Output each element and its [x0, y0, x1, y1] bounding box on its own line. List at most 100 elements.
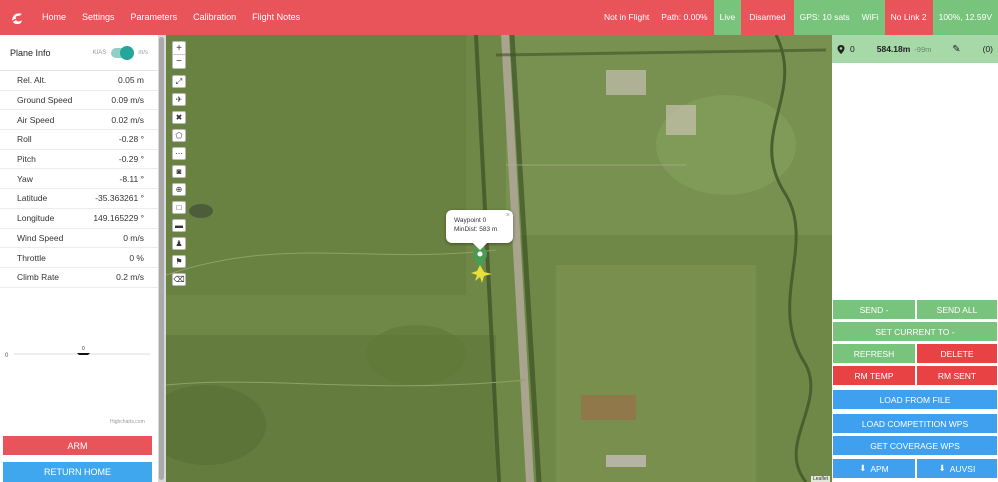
unit-toggle-row: KIAS m/s	[92, 45, 148, 60]
plane-info-title: Plane Info	[10, 47, 51, 58]
info-value: 0 %	[129, 252, 144, 263]
apm-download-button[interactable]: ⬇ APM	[833, 459, 915, 478]
info-row: Air Speed 0.02 m/s	[0, 110, 158, 131]
eraser-icon[interactable]: ⌫	[172, 273, 186, 286]
plane-info-panel: Plane Info KIAS m/s Rel. Alt. 0.05 m Groun…	[0, 35, 158, 482]
dots-icon[interactable]: ⋯	[172, 147, 186, 160]
minus-box-icon[interactable]: ▬	[172, 219, 186, 232]
rm-temp-button[interactable]: RM TEMP	[833, 366, 915, 385]
unit-ms-label: m/s	[138, 49, 148, 56]
load-competition-button[interactable]: LOAD COMPETITION WPS	[833, 414, 997, 433]
info-value: 149.165229 °	[93, 213, 144, 224]
info-row: Pitch -0.29 °	[0, 150, 158, 170]
flight-status: Not in Flight	[603, 12, 650, 22]
load-from-file-button[interactable]: LOAD FROM FILE	[833, 390, 997, 409]
flag-icon[interactable]: ⚑	[172, 255, 186, 268]
people-icon[interactable]: ♟	[172, 237, 186, 250]
info-value: 0.02 m/s	[111, 114, 144, 125]
info-row: Climb Rate 0.2 m/s	[0, 268, 158, 288]
apm-label: APM	[870, 463, 889, 474]
path-progress: Path: 0.00%	[661, 12, 708, 22]
waypoint-popup: Waypoint 0 MinDist: 583 m ×	[446, 210, 513, 251]
edit-pencil-icon[interactable]: ✎	[952, 44, 960, 55]
delete-button[interactable]: DELETE	[917, 344, 997, 363]
satellite-imagery	[166, 35, 832, 482]
info-row: Roll -0.28 °	[0, 130, 158, 150]
plane-marker-icon	[77, 353, 90, 355]
left-scrollbar[interactable]	[158, 35, 166, 482]
waypoint-row[interactable]: 0 584.18m -99m ✎ (0)	[832, 35, 998, 63]
polygon-icon[interactable]: ⬠	[172, 129, 186, 142]
info-label: Air Speed	[17, 114, 55, 125]
live-status: Live	[713, 0, 742, 35]
attitude-chart: 0 0 Highcharts.com	[5, 346, 150, 425]
battery-status: 100%, 12.59V	[932, 0, 998, 35]
download-icon: ⬇	[859, 463, 867, 473]
plane-icon[interactable]: ✈	[172, 93, 186, 106]
crosshair-icon[interactable]: ⊕	[172, 183, 186, 196]
info-row: Throttle 0 %	[0, 248, 158, 268]
unit-toggle[interactable]	[111, 45, 135, 60]
info-value: 0.2 m/s	[116, 272, 144, 283]
nav-settings[interactable]: Settings	[74, 0, 123, 35]
logo-icon[interactable]	[0, 0, 34, 35]
gps-status: GPS: 10 sats	[793, 0, 856, 35]
info-value: 0.05 m	[118, 75, 144, 86]
info-label: Latitude	[17, 193, 48, 204]
rm-sent-button[interactable]: RM SENT	[917, 366, 997, 385]
info-label: Climb Rate	[17, 272, 60, 283]
arm-button[interactable]: ARM	[3, 436, 152, 455]
auvsi-download-button[interactable]: ⬇ AUVSI	[917, 459, 997, 478]
chart-axis-label: 0	[5, 353, 9, 359]
measure-icon[interactable]: ⤢	[172, 75, 186, 88]
nav-flight-notes[interactable]: Flight Notes	[244, 0, 308, 35]
camera-icon[interactable]: ◙	[172, 165, 186, 178]
zoom-out-button[interactable]: −	[173, 55, 185, 68]
scrollbar-thumb[interactable]	[159, 37, 164, 480]
wifi-status: WiFi	[855, 0, 885, 35]
plane-info-header: Plane Info KIAS m/s	[0, 35, 158, 71]
chart-credit[interactable]: Highcharts.com	[110, 419, 145, 425]
info-value: -0.29 °	[118, 154, 144, 165]
refresh-button[interactable]: REFRESH	[833, 344, 915, 363]
popup-title: Waypoint 0	[454, 217, 487, 224]
info-value: -8.11 °	[119, 173, 144, 184]
info-label: Rel. Alt.	[17, 75, 47, 86]
waypoint-index: 0	[850, 44, 855, 54]
chart-point-label: 0	[82, 346, 85, 352]
zoom-in-button[interactable]: +	[173, 42, 185, 55]
map-view[interactable]: + − ⤢ ✈ ✖ ⬠ ⋯ ◙ ⊕ □ ▬ ♟ ⚑ ⌫ Waypoint 0 M…	[166, 35, 832, 482]
return-home-button[interactable]: RETURN HOME	[3, 462, 152, 482]
nav-calibration[interactable]: Calibration	[185, 0, 244, 35]
info-value: -0.28 °	[118, 134, 144, 145]
info-value: 0.09 m/s	[111, 95, 144, 106]
waypoint-count: (0)	[982, 44, 993, 54]
waypoint-distance: 584.18m	[876, 44, 911, 54]
toggle-knob	[120, 45, 135, 60]
auvsi-label: AUVSI	[949, 463, 976, 474]
send-all-button[interactable]: SEND ALL	[917, 300, 997, 319]
send-button[interactable]: SEND -	[833, 300, 915, 319]
square-icon[interactable]: □	[172, 201, 186, 214]
popup-close-button[interactable]: ×	[506, 211, 510, 220]
armed-status: Disarmed	[749, 12, 786, 22]
nav-home[interactable]: Home	[34, 0, 74, 35]
info-label: Pitch	[17, 154, 36, 165]
map-attribution[interactable]: Leaflet	[810, 476, 830, 482]
waypoint-panel: 0 584.18m -99m ✎ (0) SEND - SEND ALL SET…	[832, 35, 998, 482]
close-icon[interactable]: ✖	[172, 111, 186, 124]
info-value: -35.363261 °	[95, 193, 144, 204]
nav-parameters[interactable]: Parameters	[123, 0, 186, 35]
info-value: 0 m/s	[123, 232, 144, 243]
unit-kias-label: KIAS	[92, 49, 107, 56]
info-label: Ground Speed	[17, 95, 73, 106]
info-label: Longitude	[17, 213, 55, 224]
link-status: No Link 2	[890, 12, 927, 22]
plane-info-rows: Rel. Alt. 0.05 m Ground Speed 0.09 m/s Air S…	[0, 71, 158, 288]
info-label: Wind Speed	[17, 232, 64, 243]
coverage-button[interactable]: GET COVERAGE WPS	[833, 436, 997, 455]
info-row: Yaw -8.11 °	[0, 169, 158, 190]
set-current-button[interactable]: SET CURRENT TO -	[833, 322, 997, 341]
info-label: Yaw	[17, 173, 33, 184]
info-row: Wind Speed 0 m/s	[0, 229, 158, 249]
